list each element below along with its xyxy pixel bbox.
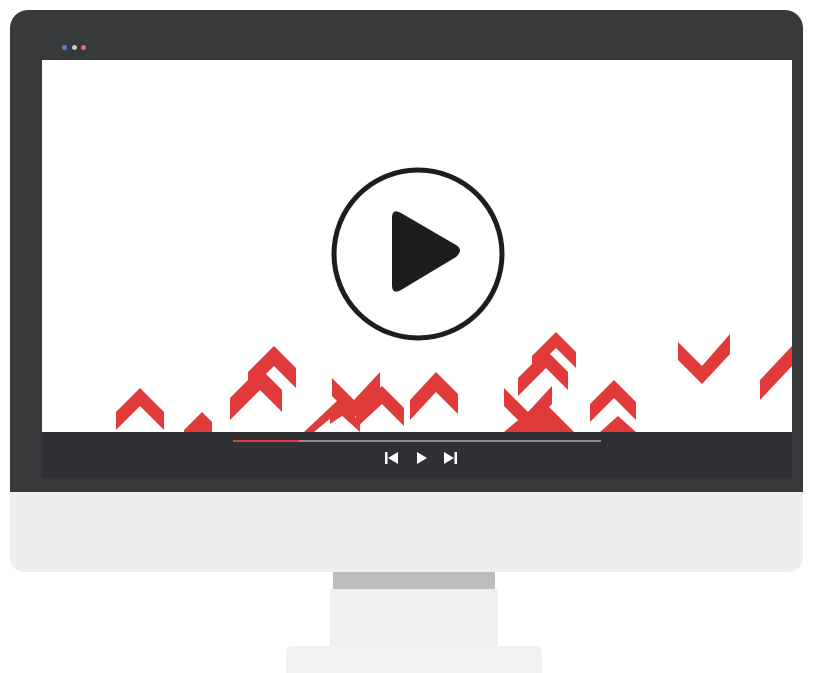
progress-fill [233,440,300,442]
skip-back-icon[interactable] [384,451,400,465]
window-titlebar [10,10,803,58]
window-dot-red[interactable] [81,45,86,50]
window-dot-gray[interactable] [72,45,77,50]
progress-track[interactable] [233,440,601,442]
stand-neck [330,589,498,649]
play-circle-icon[interactable] [330,166,506,342]
skip-forward-icon[interactable] [442,451,458,465]
stand-neck-shadow [333,572,495,589]
window-dot-blue[interactable] [62,45,67,50]
video-control-bar [42,432,792,478]
play-icon[interactable] [414,451,430,465]
stand-base [286,646,542,673]
video-screen[interactable] [42,60,792,432]
monitor-chin [10,492,803,572]
